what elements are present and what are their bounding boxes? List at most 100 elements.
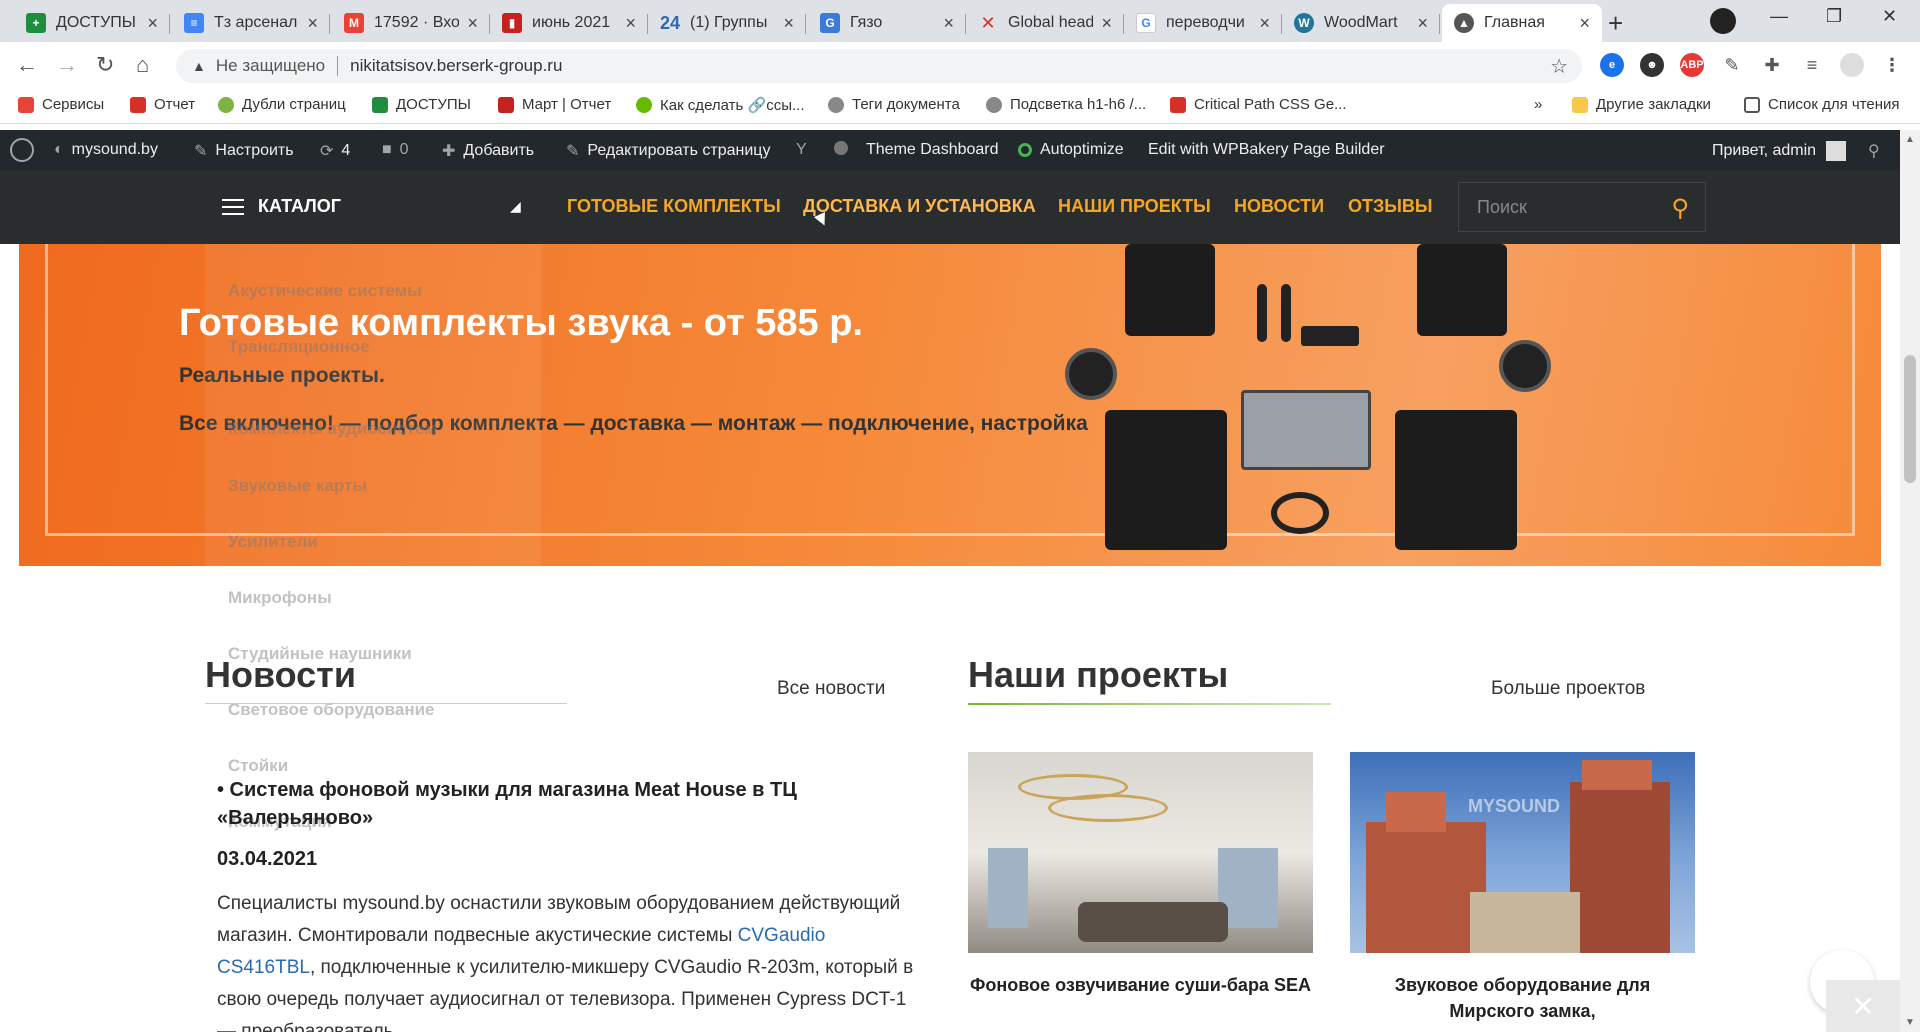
tab[interactable]: G Гязо × (808, 4, 966, 42)
close-icon[interactable]: × (1259, 13, 1270, 34)
nav-delivery[interactable]: ДОСТАВКА И УСТАНОВКА (803, 196, 1036, 217)
news-item-title[interactable]: • Система фоновой музыки для магазина Me… (217, 776, 817, 832)
bookmark[interactable]: Critical Path CSS Ge... (1170, 96, 1347, 113)
wp-theme-dashboard-link[interactable]: Theme Dashboard (866, 141, 999, 159)
wp-comments-link[interactable]: ■ 0 (382, 141, 409, 159)
wp-site-link[interactable]: ◐ mysound.by (54, 141, 158, 159)
media-icon[interactable]: ≡ (1800, 53, 1824, 77)
close-icon[interactable]: × (943, 13, 954, 34)
tab[interactable]: ✕ Global head × (966, 4, 1124, 42)
globe-icon (986, 96, 1002, 113)
yoast-icon[interactable]: Y (796, 141, 815, 159)
minimize-icon[interactable]: — (1770, 6, 1788, 27)
wp-wpbakery-link[interactable]: Edit with WPBakery Page Builder (1148, 141, 1385, 159)
search-input[interactable]: Поиск (1477, 197, 1527, 218)
search-icon[interactable]: ⚲ (1671, 194, 1689, 223)
wp-account-menu[interactable]: Привет, admin (1712, 141, 1847, 161)
back-icon[interactable]: ← (16, 52, 38, 78)
nav-news[interactable]: НОВОСТИ (1234, 196, 1324, 217)
dropdown-item[interactable]: Усилители (228, 532, 318, 552)
dropdown-item[interactable]: Акустические системы (228, 281, 422, 301)
profile-icon[interactable] (1710, 8, 1736, 34)
brush-icon: ✎ (194, 143, 208, 160)
project-caption[interactable]: Фоновое озвучивание суши-бара SEA (968, 972, 1313, 998)
wp-updates-link[interactable]: ⟳ 4 (320, 141, 350, 161)
adblock-icon[interactable]: ABP (1680, 53, 1704, 77)
tab[interactable]: W WoodMart × (1282, 4, 1440, 42)
subwoofer-image (1395, 410, 1517, 550)
bookmark[interactable]: ДОСТУПЫ (372, 96, 471, 113)
dropdown-item[interactable]: Трансляционное (228, 337, 370, 357)
catalog-menu-button[interactable]: КАТАЛОГ (222, 196, 341, 217)
scroll-down-icon[interactable]: ▼ (1905, 1017, 1915, 1028)
tab-title: Главная (1484, 14, 1545, 31)
google-icon: G (1136, 13, 1156, 33)
address-bar[interactable]: ▲ Не защищено nikitatsisov.berserk-group… (176, 49, 1582, 83)
project-image-mir-castle[interactable]: MYSOUND (1350, 752, 1695, 953)
project-caption[interactable]: Звуковое оборудование для Мирского замка… (1350, 972, 1695, 1024)
close-icon[interactable]: × (307, 13, 318, 34)
close-icon[interactable]: × (1101, 13, 1112, 34)
scroll-up-icon[interactable]: ▲ (1905, 134, 1915, 145)
menu-icon[interactable]: ⋮ (1880, 53, 1904, 77)
avatar[interactable] (1840, 53, 1864, 77)
close-icon[interactable]: × (625, 13, 636, 34)
nav-ready-kits[interactable]: ГОТОВЫЕ КОМПЛЕКТЫ (567, 196, 781, 217)
page-scrollbar[interactable]: ▲ ▼ (1900, 130, 1920, 1032)
bookmark[interactable]: Отчет (130, 96, 195, 113)
project-image-sushi-bar[interactable] (968, 752, 1313, 953)
watermark: MYSOUND (1468, 796, 1561, 816)
tab-active[interactable]: ▲ Главная × (1442, 4, 1602, 42)
puzzle-icon[interactable]: ✚ (1760, 53, 1784, 77)
dropdown-item[interactable]: Стойки (228, 756, 288, 776)
scrollbar-thumb[interactable] (1904, 355, 1916, 483)
tab[interactable]: M 17592 · Вхо × (332, 4, 490, 42)
close-icon[interactable]: × (1579, 13, 1590, 34)
close-widget-button[interactable]: ✕ (1826, 980, 1900, 1032)
bookmark-star-icon[interactable]: ☆ (1550, 54, 1568, 79)
wp-admin-bar: ◐ mysound.by ✎ Настроить ⟳ 4 ■ 0 ✚ Добавить ✎… (0, 130, 1900, 170)
bookmark[interactable]: Как сделать 🔗ссы... (636, 96, 805, 114)
close-icon[interactable]: × (467, 13, 478, 34)
site-search[interactable]: Поиск ⚲ (1458, 182, 1706, 232)
bookmark[interactable]: Теги документа (828, 96, 960, 113)
forward-icon[interactable]: → (56, 52, 78, 78)
dropdown-item[interactable]: Комплекты аудиосистем (228, 419, 437, 439)
bookmark[interactable]: Дубли страниц (218, 96, 346, 113)
tab[interactable]: 24 (1) Группы × (648, 4, 806, 42)
search-icon[interactable]: ⚲ (1868, 141, 1888, 161)
bookmark[interactable]: Подсветка h1-h6 /... (986, 96, 1146, 113)
more-projects-link[interactable]: Больше проектов (1491, 678, 1645, 700)
tab[interactable]: + ДОСТУПЫ × (14, 4, 170, 42)
maximize-icon[interactable]: ❐ (1826, 6, 1842, 27)
wp-customize-link[interactable]: ✎ Настроить (194, 141, 294, 161)
close-icon[interactable]: × (147, 13, 158, 34)
eyedropper-icon[interactable]: ✎ (1720, 53, 1744, 77)
nav-reviews[interactable]: ОТЗЫВЫ (1348, 196, 1433, 217)
tab[interactable]: ≡ Тз арсенал × (172, 4, 330, 42)
other-bookmarks[interactable]: Другие закладки (1572, 96, 1711, 113)
tab[interactable]: Gпереводчи × (1124, 4, 1282, 42)
wp-add-new-link[interactable]: ✚ Добавить (442, 141, 534, 161)
nav-projects[interactable]: НАШИ ПРОЕКТЫ (1058, 196, 1211, 217)
close-window-icon[interactable]: ✕ (1882, 6, 1897, 27)
close-icon[interactable]: × (783, 13, 794, 34)
bookmark[interactable]: Сервисы (18, 96, 104, 113)
close-icon[interactable]: × (1417, 13, 1428, 34)
extension-icon[interactable]: ☻ (1640, 53, 1664, 77)
reload-icon[interactable]: ↻ (96, 52, 114, 78)
extension-icon[interactable]: e (1600, 53, 1624, 77)
all-news-link[interactable]: Все новости (777, 678, 885, 700)
home-icon[interactable]: ⌂ (136, 52, 149, 78)
dropdown-item[interactable]: Микрофоны (228, 588, 332, 608)
more-bookmarks-button[interactable]: » (1534, 96, 1542, 113)
reading-list[interactable]: Список для чтения (1744, 96, 1900, 113)
toggle-icon[interactable]: ◢ (510, 198, 521, 215)
wp-edit-page-link[interactable]: ✎ Редактировать страницу (566, 141, 770, 161)
tab[interactable]: ▮ июнь 2021 × (490, 4, 648, 42)
dropdown-item[interactable]: Звуковые карты (228, 476, 367, 496)
new-tab-button[interactable]: + (1608, 8, 1623, 39)
wordpress-logo-icon[interactable] (10, 138, 34, 162)
wp-autoptimize-link[interactable]: Autoptimize (1018, 141, 1124, 159)
bookmark[interactable]: Март | Отчет (498, 96, 611, 113)
